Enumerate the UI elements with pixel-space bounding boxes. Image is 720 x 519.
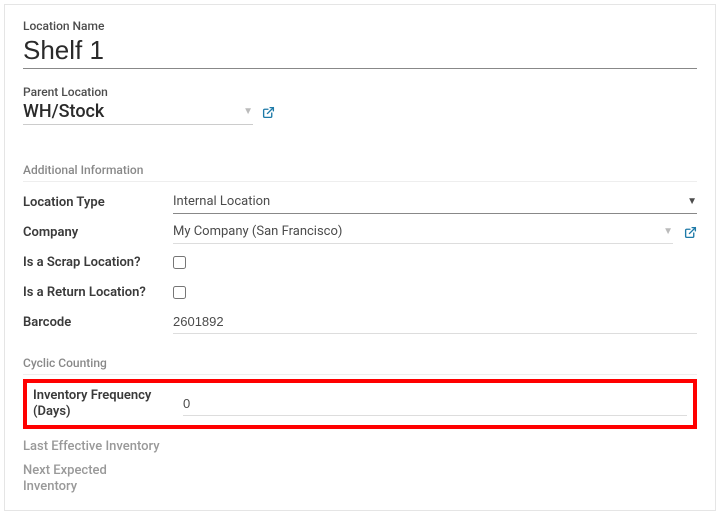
cyclic-readonly-block: Last Effective Inventory Next Expected I… bbox=[23, 433, 697, 496]
chevron-down-icon: ▼ bbox=[243, 106, 253, 117]
is-scrap-row: Is a Scrap Location? bbox=[23, 248, 697, 276]
highlight-annotation: Inventory Frequency (Days) bbox=[23, 379, 697, 429]
barcode-row: Barcode bbox=[23, 308, 697, 336]
is-scrap-checkbox[interactable] bbox=[173, 256, 186, 269]
cyclic-counting-header: Cyclic Counting bbox=[23, 356, 697, 375]
inventory-frequency-row: Inventory Frequency (Days) bbox=[33, 387, 687, 421]
inventory-frequency-label: Inventory Frequency (Days) bbox=[33, 388, 183, 421]
is-scrap-label: Is a Scrap Location? bbox=[23, 255, 173, 270]
next-expected-label: Next Expected Inventory bbox=[23, 463, 173, 496]
additional-info-header: Additional Information bbox=[23, 163, 697, 182]
location-type-label: Location Type bbox=[23, 195, 173, 210]
inventory-frequency-input[interactable] bbox=[183, 392, 687, 416]
barcode-input[interactable] bbox=[173, 310, 697, 334]
location-form: Location Name Parent Location WH/Stock ▼… bbox=[4, 4, 716, 511]
chevron-down-icon: ▼ bbox=[663, 226, 673, 237]
parent-location-label: Parent Location bbox=[23, 85, 697, 99]
is-return-checkbox[interactable] bbox=[173, 286, 186, 299]
external-link-icon[interactable] bbox=[261, 105, 275, 119]
location-name-label: Location Name bbox=[23, 19, 697, 33]
location-type-value: Internal Location bbox=[173, 194, 270, 209]
chevron-down-icon: ▼ bbox=[687, 196, 697, 207]
last-effective-row: Last Effective Inventory bbox=[23, 433, 697, 461]
company-value: My Company (San Francisco) bbox=[173, 224, 342, 239]
barcode-label: Barcode bbox=[23, 315, 173, 330]
company-select[interactable]: My Company (San Francisco) ▼ bbox=[173, 220, 673, 244]
company-row: Company My Company (San Francisco) ▼ bbox=[23, 218, 697, 246]
last-effective-label: Last Effective Inventory bbox=[23, 439, 173, 455]
location-type-select[interactable]: Internal Location ▼ bbox=[173, 190, 697, 214]
additional-info-body: Location Type Internal Location ▼ Compan… bbox=[23, 188, 697, 336]
location-name-input[interactable] bbox=[23, 33, 697, 69]
is-return-row: Is a Return Location? bbox=[23, 278, 697, 306]
parent-location-select[interactable]: WH/Stock ▼ bbox=[23, 99, 253, 125]
location-name-block: Location Name bbox=[23, 19, 697, 79]
is-return-label: Is a Return Location? bbox=[23, 285, 173, 300]
location-type-row: Location Type Internal Location ▼ bbox=[23, 188, 697, 216]
parent-location-value: WH/Stock bbox=[23, 101, 104, 122]
company-label: Company bbox=[23, 225, 173, 240]
next-expected-row: Next Expected Inventory bbox=[23, 463, 697, 496]
parent-location-block: Parent Location WH/Stock ▼ bbox=[23, 85, 697, 125]
external-link-icon[interactable] bbox=[683, 225, 697, 239]
